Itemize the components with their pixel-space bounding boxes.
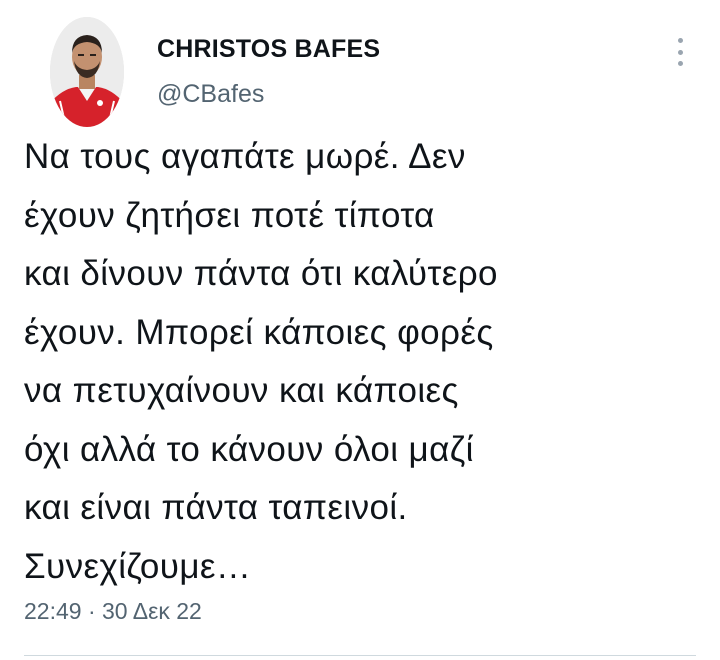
tweet-text: Να τους αγαπάτε μωρέ. Δεν έχουν ζητήσει … [24,128,704,596]
author-display-name[interactable]: CHRISTOS BAFES [157,34,380,64]
divider [24,655,696,656]
tweet-text-line: έχουν. Μπορεί κάποιες φορές [24,312,494,352]
tweet-text-line: να πετυχαίνουν και κάποιες [24,371,459,410]
author-handle[interactable]: @CBafes [157,79,380,109]
author-block: CHRISTOS BAFES @CBafes [157,34,380,109]
tweet-timestamp[interactable]: 22:49 · 30 Δεκ 22 [24,597,202,625]
more-dot [677,61,683,66]
tweet: CHRISTOS BAFES @CBafes Να τους αγαπάτε μ… [0,0,720,660]
tweet-text-line: Συνεχίζουμε… [24,546,252,586]
tweet-text-line: Να τους αγαπάτε μωρέ. Δεν [24,137,466,176]
tweet-time: 22:49 [24,598,82,624]
more-vertical-icon[interactable] [673,38,687,66]
meta-separator: · [87,598,96,624]
avatar-image [50,17,124,127]
avatar[interactable] [50,17,124,127]
tweet-text-line: και δίνουν πάντα ότι καλύτερο [24,254,498,293]
tweet-text-line: όχι αλλά το κάνουν όλοι μαζί [24,429,474,469]
more-dot [677,49,683,55]
tweet-text-line: έχουν ζητήσει ποτέ τίποτα [24,195,435,235]
tweet-text-line: και είναι πάντα ταπεινοί. [24,488,408,527]
more-dot [677,38,683,43]
tweet-date: 30 Δεκ 22 [102,598,202,624]
